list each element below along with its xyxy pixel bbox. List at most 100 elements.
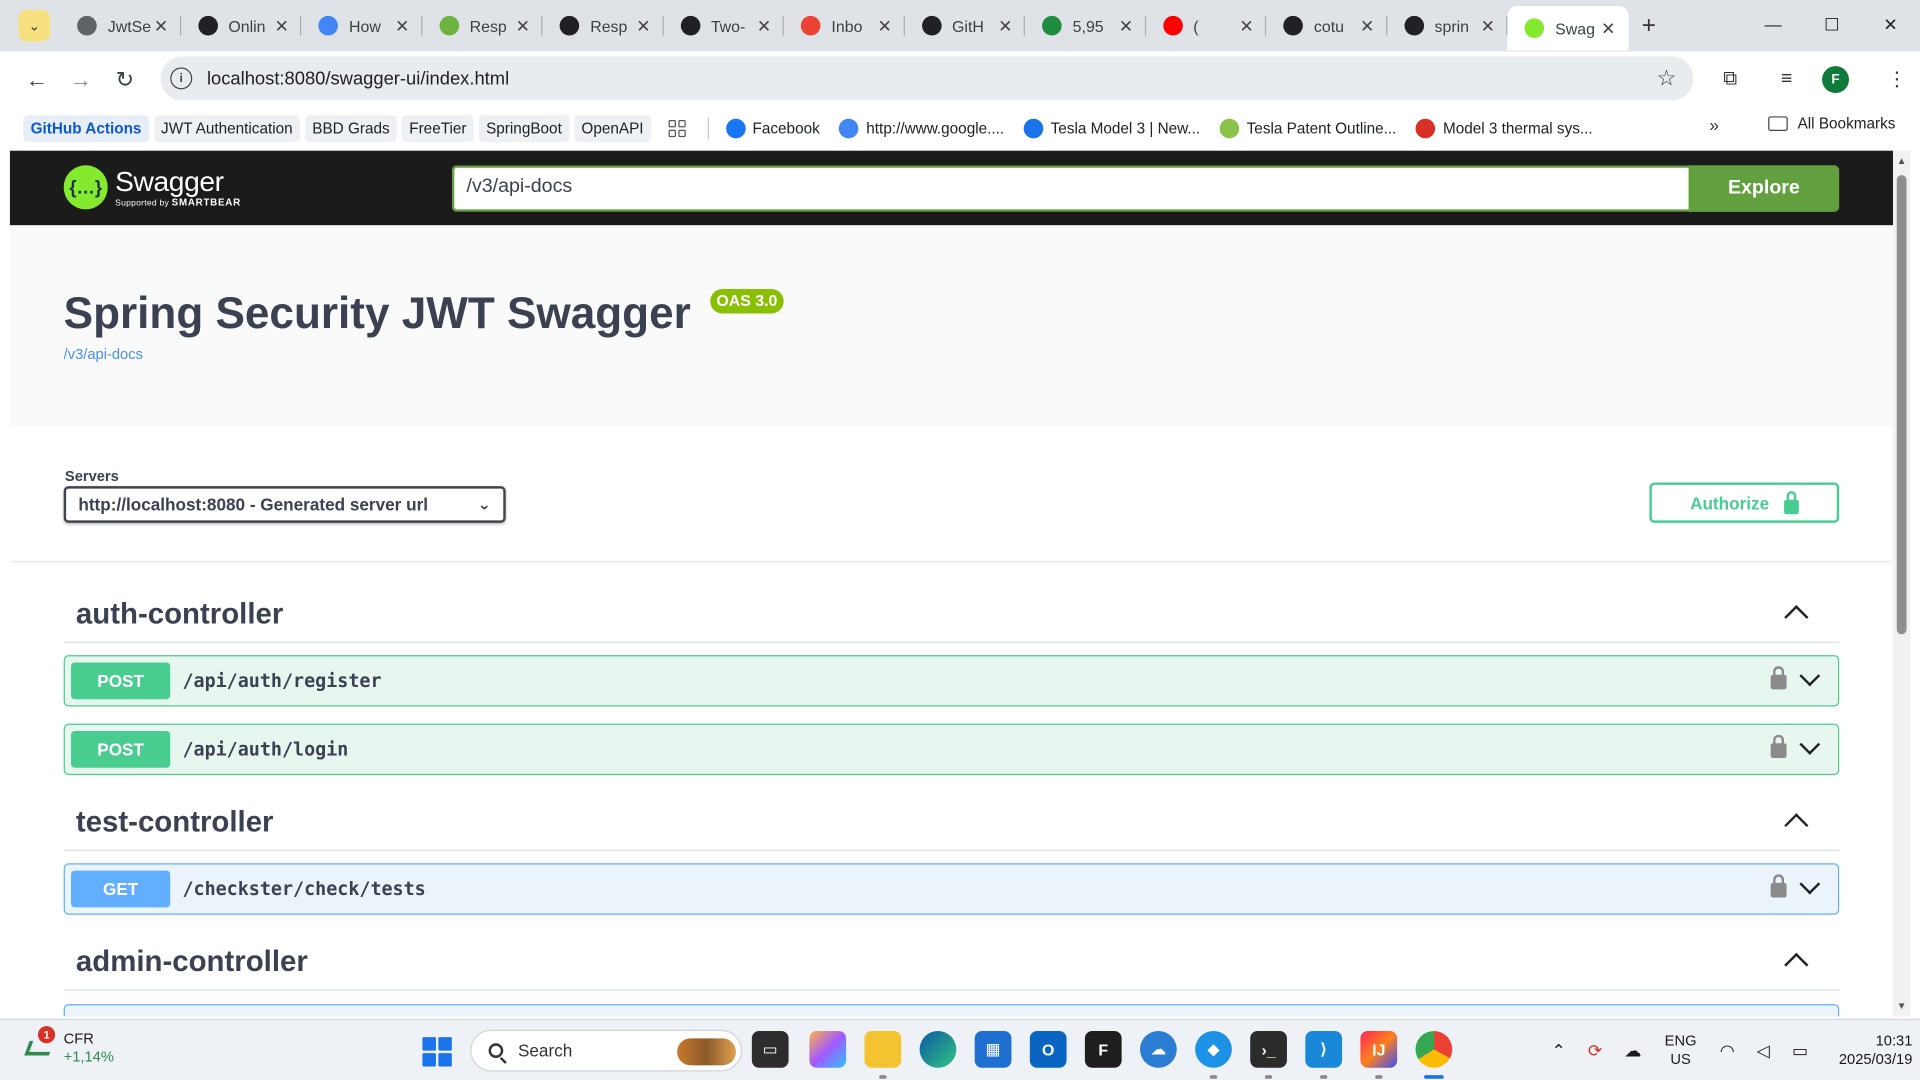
spec-link[interactable]: /v3/api-docs (64, 345, 143, 362)
browser-tab[interactable]: How ✕ (301, 5, 422, 47)
browser-tab[interactable]: (✕ (1146, 5, 1267, 47)
scroll-down-icon[interactable]: ▼ (1897, 1000, 1907, 1011)
site-info-icon[interactable]: i (170, 67, 193, 90)
forward-icon[interactable]: → (61, 60, 100, 99)
docker-icon[interactable]: ◆ (1195, 1031, 1232, 1068)
operation-register[interactable]: POST /api/auth/register (63, 655, 1840, 707)
close-tab-icon[interactable]: ✕ (754, 15, 774, 36)
bookmark-folder[interactable]: JWT Authentication (153, 115, 300, 143)
terminal-icon[interactable]: ›_ (1250, 1031, 1287, 1068)
browser-tab[interactable]: Resp ✕ (542, 5, 663, 47)
apps-grid-icon[interactable] (668, 120, 686, 138)
close-tab-icon[interactable]: ✕ (1478, 15, 1498, 36)
spec-url-input[interactable]: /v3/api-docs (451, 165, 1692, 212)
vscode-icon[interactable]: ⟩ (1305, 1031, 1343, 1068)
server-select[interactable]: http://localhost:8080 - Generated server… (63, 486, 506, 523)
wifi-icon[interactable]: ◠ (1720, 1040, 1735, 1061)
file-explorer-icon[interactable] (864, 1031, 902, 1068)
chevron-down-icon[interactable] (1799, 665, 1821, 687)
bookmark-folder[interactable]: SpringBoot (478, 115, 570, 143)
all-bookmarks-button[interactable]: All Bookmarks (1768, 115, 1895, 132)
scrollbar-thumb[interactable] (1896, 175, 1907, 635)
battery-icon[interactable]: ▭ (1792, 1040, 1808, 1061)
more-bookmarks-icon[interactable]: » (1709, 115, 1719, 135)
bookmark-folder[interactable]: GitHub Actions (23, 115, 149, 143)
bookmark-link[interactable]: Model 3 thermal sys... (1409, 115, 1600, 142)
profile-avatar[interactable]: F (1822, 66, 1849, 94)
close-tab-icon[interactable]: ✕ (1599, 18, 1619, 39)
store-icon[interactable]: ▦ (974, 1031, 1012, 1068)
bookmark-link[interactable]: Tesla Model 3 | New... (1016, 115, 1207, 142)
close-tab-icon[interactable]: ✕ (392, 15, 412, 36)
lock-icon[interactable] (1770, 874, 1787, 898)
close-tab-icon[interactable]: ✕ (634, 15, 654, 36)
bookmark-link[interactable]: Facebook (718, 115, 827, 142)
close-tab-icon[interactable]: ✕ (1357, 15, 1377, 36)
menu-kebab-icon[interactable]: ⋮ (1876, 59, 1918, 101)
address-bar[interactable]: i localhost:8080/swagger-ui/index.html ☆ (160, 56, 1694, 101)
bookmark-star-icon[interactable]: ☆ (1657, 66, 1677, 92)
bookmark-folder[interactable]: BBD Grads (304, 115, 397, 143)
new-tab-button[interactable]: + (1628, 5, 1670, 47)
bookmark-link[interactable]: Tesla Patent Outline... (1212, 115, 1403, 142)
browser-tab[interactable]: Inbo ✕ (784, 5, 905, 47)
extensions-icon[interactable]: ⧉ (1709, 59, 1751, 101)
close-tab-icon[interactable]: ✕ (513, 15, 533, 36)
task-view-icon[interactable]: ▭ (751, 1031, 789, 1068)
close-tab-icon[interactable]: ✕ (996, 15, 1016, 36)
operation-login[interactable]: POST /api/auth/login (63, 723, 1840, 776)
lock-icon[interactable] (1770, 666, 1787, 690)
chevron-down-icon[interactable] (1799, 873, 1821, 895)
taskbar-search[interactable]: Search (470, 1029, 743, 1072)
browser-tab[interactable]: JwtSe ✕ (60, 5, 181, 47)
reload-icon[interactable]: ↻ (105, 60, 144, 99)
ticker-widget[interactable]: 1 CFR +1,14% (24, 1026, 114, 1067)
authorize-button[interactable]: Authorize (1649, 482, 1840, 523)
show-hidden-icons-icon[interactable]: ⌃ (1551, 1040, 1565, 1061)
bookmark-folder[interactable]: FreeTier (401, 115, 474, 143)
clock[interactable]: 10:31 2025/03/19 (1839, 1032, 1913, 1069)
browser-tab[interactable]: Onlin ✕ (181, 5, 302, 47)
lock-icon[interactable] (1770, 734, 1787, 758)
copilot-icon[interactable] (809, 1031, 847, 1068)
tag-admin-controller[interactable]: admin-controller (63, 934, 1840, 991)
browser-tab[interactable]: Two- ✕ (663, 5, 784, 47)
tab-search-dropdown-icon[interactable]: ⌄ (18, 9, 51, 42)
browser-tab[interactable]: GitH ✕ (904, 5, 1025, 47)
back-icon[interactable]: ← (17, 60, 56, 99)
outlook-icon[interactable]: O (1029, 1031, 1067, 1068)
tag-test-controller[interactable]: test-controller (63, 795, 1840, 852)
browser-tab[interactable]: 5,95 ✕ (1025, 5, 1146, 47)
chevron-down-icon[interactable] (1799, 734, 1821, 755)
browser-tab[interactable]: sprin ✕ (1387, 5, 1508, 47)
maximize-icon[interactable]: ☐ (1802, 0, 1861, 49)
page-scrollbar[interactable]: ▲ ▼ (1893, 150, 1911, 1017)
close-tab-icon[interactable]: ✕ (272, 15, 292, 36)
address-url[interactable]: localhost:8080/swagger-ui/index.html (207, 68, 509, 89)
close-tab-icon[interactable]: ✕ (151, 15, 171, 36)
explore-button[interactable]: Explore (1688, 165, 1840, 212)
scroll-up-icon[interactable]: ▲ (1897, 156, 1907, 167)
close-window-icon[interactable]: ✕ (1861, 0, 1920, 49)
chrome-icon[interactable] (1415, 1031, 1453, 1068)
volume-icon[interactable]: ◁ (1757, 1040, 1770, 1061)
collapse-icon[interactable] (1784, 952, 1809, 978)
close-tab-icon[interactable]: ✕ (1237, 15, 1257, 36)
browser-tab[interactable]: Swag ✕ (1507, 6, 1628, 51)
browser-tab[interactable]: Resp ✕ (422, 5, 543, 47)
operation-partial[interactable] (63, 1004, 1840, 1017)
close-tab-icon[interactable]: ✕ (875, 15, 895, 36)
swagger-logo[interactable]: {…} Swagger Supported by SMARTBEAR (63, 165, 241, 210)
edge-icon[interactable] (919, 1031, 957, 1068)
close-tab-icon[interactable]: ✕ (1116, 15, 1136, 36)
onedrive-icon[interactable]: ☁ (1140, 1031, 1177, 1068)
collapse-icon[interactable] (1784, 813, 1809, 838)
media-controls-icon[interactable]: ≡ (1766, 59, 1808, 101)
language-indicator[interactable]: ENG US (1665, 1032, 1697, 1069)
operation-check-tests[interactable]: GET /checkster/check/tests (63, 863, 1840, 915)
intellij-icon[interactable]: IJ (1360, 1031, 1398, 1068)
tag-auth-controller[interactable]: auth-controller (63, 587, 1840, 643)
sync-icon[interactable]: ⟳ (1588, 1040, 1602, 1061)
figma-icon[interactable]: F (1084, 1031, 1122, 1068)
bookmark-link[interactable]: http://www.google.... (832, 115, 1011, 142)
